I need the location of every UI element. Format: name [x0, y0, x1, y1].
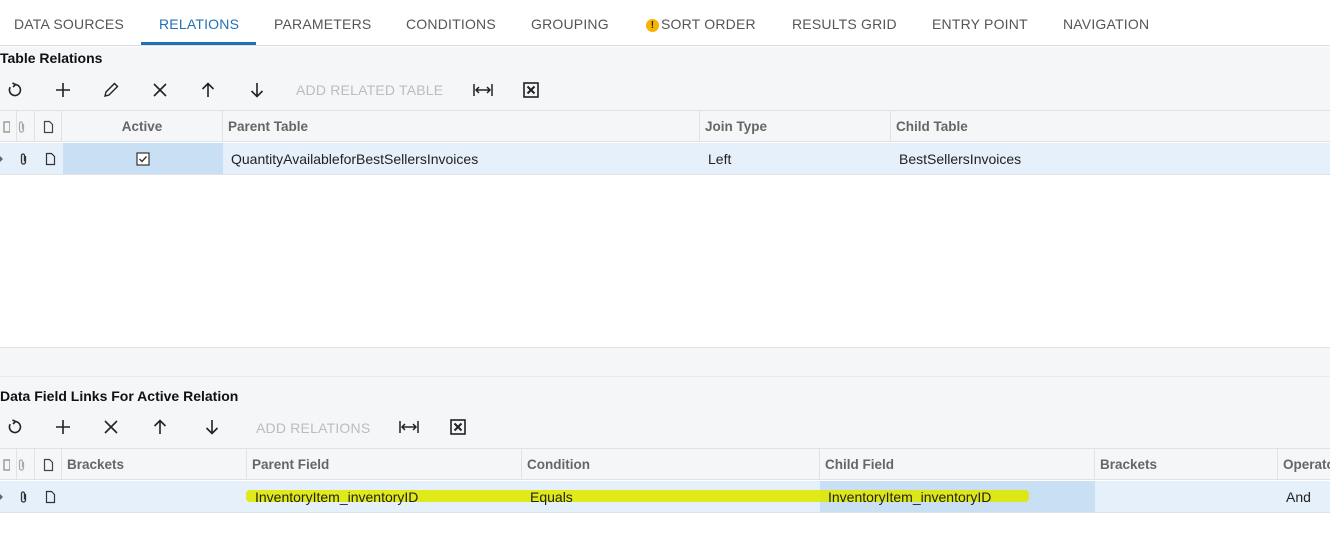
- col-header-active[interactable]: Active: [62, 111, 223, 142]
- links-add-button[interactable]: [49, 413, 77, 441]
- warning-icon: !: [646, 19, 659, 32]
- relations-add-button[interactable]: [49, 76, 77, 104]
- fit-width-icon: [399, 421, 419, 433]
- col-header-open-brackets[interactable]: Brackets: [62, 449, 247, 480]
- links-move-down-button[interactable]: [198, 413, 226, 441]
- links-export-excel-button[interactable]: [444, 413, 472, 441]
- panel-splitter[interactable]: [0, 347, 1330, 377]
- relations-table-row[interactable]: QuantityAvailableforBestSellersInvoices …: [0, 143, 1330, 175]
- current-row-marker: [0, 494, 3, 500]
- tab-bar: DATA SOURCES RELATIONS PARAMETERS CONDIT…: [0, 0, 1330, 46]
- relations-move-up-button[interactable]: [194, 76, 222, 104]
- document-icon: [43, 120, 53, 133]
- attachment-column-header[interactable]: [8, 449, 35, 480]
- parent-table-cell[interactable]: QuantityAvailableforBestSellersInvoices: [223, 143, 700, 174]
- child-table-cell[interactable]: BestSellersInvoices: [891, 143, 1330, 174]
- row-attachment-icon[interactable]: [10, 143, 37, 174]
- active-tab-indicator: [141, 42, 256, 45]
- child-field-cell[interactable]: InventoryItem_inventoryID: [820, 481, 1095, 512]
- tab-grouping[interactable]: GROUPING: [531, 16, 609, 32]
- active-checkbox[interactable]: [136, 151, 150, 166]
- tab-entry-point[interactable]: ENTRY POINT: [932, 16, 1028, 32]
- links-refresh-button[interactable]: [1, 413, 29, 441]
- tab-parameters[interactable]: PARAMETERS: [274, 16, 371, 32]
- parent-field-cell[interactable]: InventoryItem_inventoryID: [247, 481, 522, 512]
- refresh-icon: [8, 82, 22, 97]
- paperclip-icon: [18, 120, 24, 133]
- tab-navigation[interactable]: NAVIGATION: [1063, 16, 1149, 32]
- close-brackets-cell[interactable]: [1095, 481, 1278, 512]
- join-type-cell[interactable]: Left: [700, 143, 891, 174]
- tab-relations[interactable]: RELATIONS: [159, 16, 239, 32]
- document-icon: [45, 152, 56, 165]
- relations-export-excel-button[interactable]: [517, 76, 545, 104]
- tab-data-sources[interactable]: DATA SOURCES: [14, 16, 124, 32]
- excel-icon: [523, 82, 539, 98]
- col-header-child-table[interactable]: Child Table: [891, 111, 1330, 142]
- fit-width-icon: [473, 84, 493, 96]
- relations-move-down-button[interactable]: [243, 76, 271, 104]
- current-row-marker: [0, 156, 3, 162]
- document-icon: [45, 490, 56, 503]
- excel-icon: [450, 419, 466, 435]
- tab-conditions[interactable]: CONDITIONS: [406, 16, 496, 32]
- links-table-row[interactable]: InventoryItem_inventoryID Equals Invento…: [0, 481, 1330, 513]
- arrow-up-icon: [201, 82, 215, 97]
- plus-icon: [56, 83, 70, 97]
- condition-cell[interactable]: Equals: [522, 481, 820, 512]
- arrow-down-icon: [205, 420, 219, 435]
- paperclip-icon: [18, 458, 24, 471]
- relations-refresh-button[interactable]: [1, 76, 29, 104]
- arrow-down-icon: [250, 83, 264, 98]
- col-header-condition[interactable]: Condition: [522, 449, 820, 480]
- pencil-icon: [104, 82, 119, 97]
- col-header-close-brackets[interactable]: Brackets: [1095, 449, 1278, 480]
- active-checkbox-cell[interactable]: [63, 143, 223, 174]
- row-note-icon[interactable]: [37, 481, 64, 512]
- relations-fit-width-button[interactable]: [469, 76, 497, 104]
- col-header-join-type[interactable]: Join Type: [700, 111, 891, 142]
- plus-icon: [56, 420, 70, 434]
- relations-section-title: Table Relations: [0, 50, 103, 66]
- document-icon: [43, 458, 53, 471]
- tab-sort-order[interactable]: ! SORT ORDER: [646, 16, 756, 32]
- arrow-up-icon: [153, 419, 167, 434]
- col-header-operator[interactable]: Operato: [1278, 449, 1330, 480]
- open-brackets-cell[interactable]: [62, 481, 247, 512]
- add-relations-button[interactable]: ADD RELATIONS: [256, 420, 370, 436]
- row-note-icon[interactable]: [37, 143, 64, 174]
- operator-cell[interactable]: And: [1278, 481, 1330, 512]
- add-related-table-button[interactable]: ADD RELATED TABLE: [296, 82, 443, 98]
- tab-results-grid[interactable]: RESULTS GRID: [792, 16, 897, 32]
- paperclip-icon: [20, 490, 27, 503]
- close-icon: [153, 83, 167, 97]
- links-fit-width-button[interactable]: [395, 413, 423, 441]
- notes-column-header[interactable]: [35, 111, 62, 142]
- relations-delete-button[interactable]: [146, 76, 174, 104]
- relations-grid-header: Active Parent Table Join Type Child Tabl…: [0, 110, 1330, 142]
- links-section-title: Data Field Links For Active Relation: [0, 388, 239, 404]
- tab-sort-order-label: SORT ORDER: [661, 16, 756, 32]
- paperclip-icon: [20, 152, 27, 165]
- row-attachment-icon[interactable]: [10, 481, 37, 512]
- notes-column-header[interactable]: [35, 449, 62, 480]
- links-move-up-button[interactable]: [146, 413, 174, 441]
- close-icon: [104, 420, 118, 434]
- col-header-child-field[interactable]: Child Field: [820, 449, 1095, 480]
- relations-edit-button[interactable]: [97, 76, 125, 104]
- col-header-parent-field[interactable]: Parent Field: [247, 449, 522, 480]
- refresh-icon: [8, 419, 22, 434]
- attachment-column-header[interactable]: [8, 111, 35, 142]
- links-delete-button[interactable]: [97, 413, 125, 441]
- links-grid-header: Brackets Parent Field Condition Child Fi…: [0, 448, 1330, 480]
- col-header-parent-table[interactable]: Parent Table: [223, 111, 700, 142]
